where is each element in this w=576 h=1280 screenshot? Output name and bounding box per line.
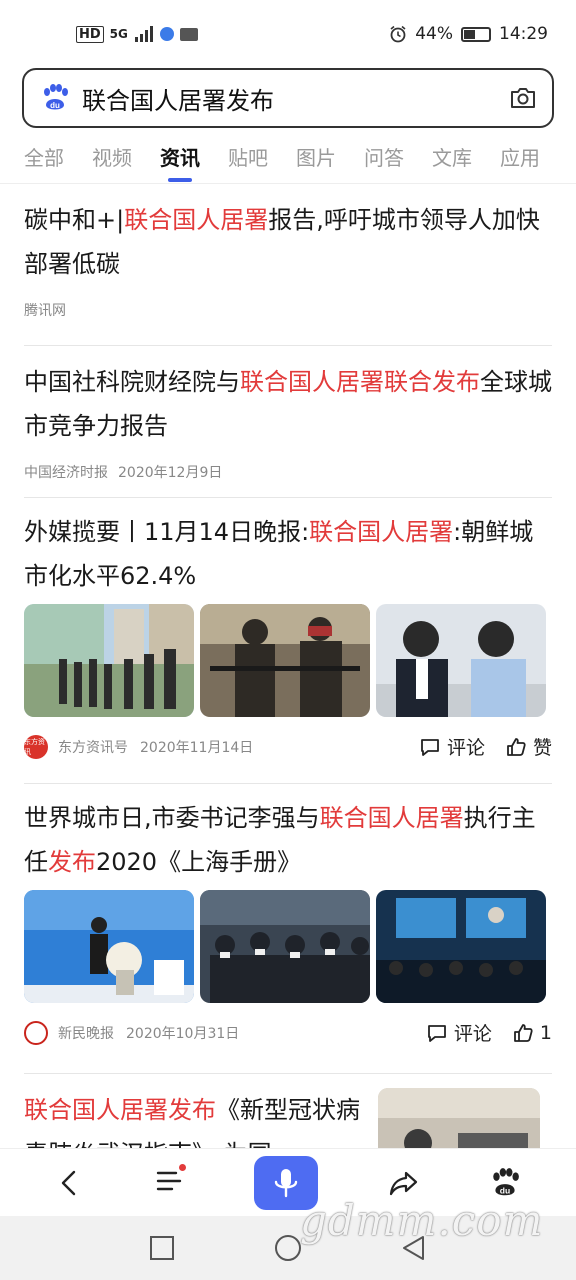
tab-video[interactable]: 视频 xyxy=(92,130,132,171)
thumbs-up-icon xyxy=(507,737,526,756)
svg-text:du: du xyxy=(50,101,60,110)
network-indicator: 5G xyxy=(109,27,128,41)
tab-images[interactable]: 图片 xyxy=(296,130,336,171)
highlight-keyword: 联合国人居署 xyxy=(309,518,454,546)
news-title[interactable]: 外媒揽要丨11月14日晚报:联合国人居署:朝鲜城市化水平62.4% xyxy=(24,510,552,598)
news-image[interactable] xyxy=(24,604,194,717)
comment-label: 评论 xyxy=(446,737,485,759)
news-meta: 腾讯网 xyxy=(24,300,552,320)
news-source: 中国经济时报 xyxy=(24,465,108,481)
comment-button[interactable]: 评论 xyxy=(419,733,485,760)
news-title[interactable]: 中国社科院财经院与联合国人居署联合发布全球城市竞争力报告 xyxy=(24,360,552,448)
news-source: 东方资讯号 xyxy=(58,739,128,756)
news-images xyxy=(24,890,552,1003)
thumbs-up-icon xyxy=(514,1023,533,1042)
news-image[interactable] xyxy=(376,604,546,717)
news-image[interactable] xyxy=(24,890,194,1003)
news-item[interactable]: 世界城市日,市委书记李强与联合国人居署执行主任发布2020《上海手册》 新民晚报… xyxy=(24,784,552,1074)
alarm-icon xyxy=(390,25,406,43)
news-title[interactable]: 世界城市日,市委书记李强与联合国人居署执行主任发布2020《上海手册》 xyxy=(24,796,552,884)
highlight-keyword: 发布 xyxy=(48,848,96,876)
app-notification-icon xyxy=(159,27,174,41)
tab-news[interactable]: 资讯 xyxy=(160,130,200,171)
baidu-logo-icon: du xyxy=(44,84,68,110)
news-image[interactable] xyxy=(376,890,546,1003)
status-bar: HD 5G 44% 14:29 xyxy=(0,0,576,68)
like-button[interactable]: 赞 xyxy=(505,733,552,760)
title-text: 碳中和+| xyxy=(24,206,125,234)
tab-qa[interactable]: 问答 xyxy=(364,130,404,171)
news-title[interactable]: 碳中和+|联合国人居署报告,呼吁城市领导人加快部署低碳 xyxy=(24,198,552,286)
comment-button[interactable]: 评论 xyxy=(426,1019,492,1046)
news-feed: 碳中和+|联合国人居署报告,呼吁城市领导人加快部署低碳 腾讯网 中国社科院财经院… xyxy=(24,184,552,1164)
like-label: 赞 xyxy=(532,737,552,759)
title-text: 世界城市日,市委书记李强与 xyxy=(24,804,320,832)
news-meta: 中国经济时报 2020年12月9日 xyxy=(24,462,552,482)
svg-text:du: du xyxy=(500,1185,510,1195)
news-source: 新民晚报 xyxy=(58,1025,114,1042)
highlight-keyword: 联合国人居署 xyxy=(124,206,269,234)
watermark: gdmm.com xyxy=(300,1196,544,1245)
clock: 14:29 xyxy=(499,24,548,44)
search-bar[interactable]: du 联合国人居署发布 xyxy=(22,68,554,128)
news-date: 2020年12月9日 xyxy=(118,465,223,481)
highlight-keyword: 联合国人居署联合发布 xyxy=(240,368,480,396)
news-meta: 新民晚报 2020年10月31日 评论 1 xyxy=(24,1019,552,1046)
share-icon[interactable] xyxy=(388,1168,420,1198)
menu-button[interactable] xyxy=(154,1163,187,1200)
hd-indicator: HD xyxy=(76,25,104,43)
like-count: 1 xyxy=(539,1021,552,1044)
tab-wenku[interactable]: 文库 xyxy=(432,130,472,171)
highlight-keyword: 联合国人居署 xyxy=(319,804,464,832)
camera-icon[interactable] xyxy=(508,83,538,113)
news-images xyxy=(24,604,552,717)
tab-apps[interactable]: 应用 xyxy=(500,130,540,171)
source-logo: 东方资讯 xyxy=(24,734,48,759)
tab-tieba[interactable]: 贴吧 xyxy=(228,130,268,171)
news-item[interactable]: 中国社科院财经院与联合国人居署联合发布全球城市竞争力报告 中国经济时报 2020… xyxy=(24,346,552,498)
category-tabs: 全部 视频 资讯 贴吧 图片 问答 文库 应用 xyxy=(0,130,576,184)
signal-icon xyxy=(134,26,153,42)
baidu-home-icon[interactable]: du xyxy=(489,1167,521,1199)
news-source: 腾讯网 xyxy=(24,303,66,319)
title-text: 中国社科院财经院与 xyxy=(24,368,240,396)
tab-all[interactable]: 全部 xyxy=(24,130,64,171)
battery-percent: 44% xyxy=(415,24,453,44)
title-text: 2020《上海手册》 xyxy=(96,848,302,876)
notification-icon xyxy=(179,27,198,41)
search-input[interactable]: 联合国人居署发布 xyxy=(82,81,508,116)
battery-icon xyxy=(461,26,491,42)
recent-apps-icon[interactable] xyxy=(149,1235,175,1261)
comment-label: 评论 xyxy=(453,1023,492,1045)
news-image[interactable] xyxy=(200,890,370,1003)
news-date: 2020年11月14日 xyxy=(140,739,254,756)
news-image[interactable] xyxy=(200,604,370,717)
news-item[interactable]: 碳中和+|联合国人居署报告,呼吁城市领导人加快部署低碳 腾讯网 xyxy=(24,184,552,346)
comment-icon xyxy=(427,1024,446,1042)
like-button[interactable]: 1 xyxy=(512,1022,552,1044)
notification-dot xyxy=(179,1163,187,1171)
back-icon[interactable] xyxy=(55,1168,85,1198)
news-meta: 东方资讯 东方资讯号 2020年11月14日 评论 赞 xyxy=(24,733,552,760)
microphone-icon xyxy=(274,1168,298,1197)
home-icon[interactable] xyxy=(273,1233,303,1263)
news-date: 2020年10月31日 xyxy=(126,1025,240,1042)
title-text: 外媒揽要丨11月14日晚报: xyxy=(24,518,310,546)
source-logo xyxy=(24,1020,48,1045)
news-item[interactable]: 外媒揽要丨11月14日晚报:联合国人居署:朝鲜城市化水平62.4% 东方资讯 东… xyxy=(24,498,552,784)
highlight-keyword: 联合国人居署发布 xyxy=(24,1096,216,1124)
comment-icon xyxy=(421,738,439,756)
